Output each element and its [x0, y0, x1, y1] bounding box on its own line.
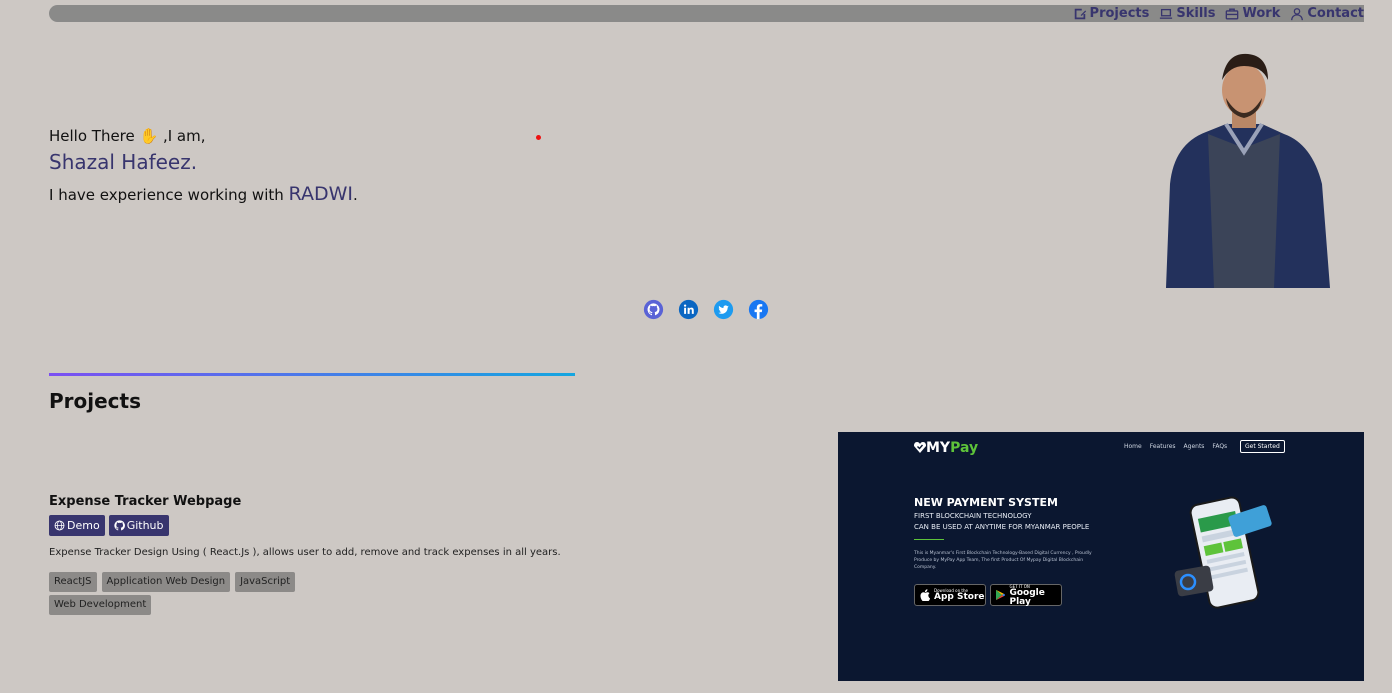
phone-mockup: [1174, 496, 1272, 609]
logo-main: MY: [926, 440, 951, 456]
nav-contact[interactable]: Contact: [1290, 6, 1364, 21]
nav-projects[interactable]: Projects: [1073, 6, 1150, 21]
hero-name: Shazal Hafeez.: [49, 150, 198, 174]
nav-skills-label: Skills: [1176, 6, 1216, 21]
preview-nav-item: Home: [1124, 443, 1142, 450]
project-preview-image: MYPay Home Features Agents FAQs Get Star…: [838, 432, 1364, 681]
project-description: Expense Tracker Design Using ( React.Js …: [49, 547, 561, 558]
preview-paragraph: This is Myanmar's First Blockchain Techn…: [914, 551, 1092, 570]
tag: Application Web Design: [101, 572, 231, 592]
twitter-icon[interactable]: [713, 299, 734, 320]
profile-photo: [1166, 53, 1330, 288]
preview-heading: NEW PAYMENT SYSTEM: [914, 496, 1058, 509]
mypay-logo: MYPay: [914, 440, 978, 456]
apple-icon: [920, 589, 930, 601]
nav-skills[interactable]: Skills: [1159, 6, 1215, 21]
tag: JavaScript: [235, 572, 296, 592]
preview-nav-item: Features: [1149, 443, 1176, 450]
project-links: Demo Github: [49, 515, 169, 536]
nav-projects-label: Projects: [1089, 6, 1150, 21]
github-icon[interactable]: [643, 299, 664, 320]
preview-subheading-1: FIRST BLOCKCHAIN TECHNOLOGY: [914, 512, 1032, 520]
github-label: Github: [126, 519, 164, 532]
tag: ReactJS: [49, 572, 97, 592]
app-store-badge: Download on the App Store: [914, 584, 986, 606]
preview-nav-item: Agents: [1183, 443, 1205, 450]
google-play-big: Google Play: [1009, 587, 1045, 607]
social-links: [643, 299, 769, 320]
project-title: Expense Tracker Webpage: [49, 494, 242, 509]
facebook-icon[interactable]: [748, 299, 769, 320]
tag: Web Development: [49, 595, 152, 615]
preview-cta: Get Started: [1240, 440, 1285, 453]
globe-icon: [54, 520, 65, 531]
google-play-badge: GET IT ON Google Play: [990, 584, 1062, 606]
nav-contact-label: Contact: [1307, 6, 1364, 21]
hero-company: RADWI: [288, 183, 353, 205]
hero-experience: I have experience working with RADWI.: [49, 183, 358, 205]
preview-nav-item: FAQs: [1212, 443, 1228, 450]
play-icon: [996, 589, 1006, 601]
hero-experience-suffix: .: [352, 186, 358, 204]
hero-experience-prefix: I have experience working with: [49, 186, 289, 204]
briefcase-icon: [1226, 8, 1239, 19]
demo-button[interactable]: Demo: [49, 515, 105, 536]
demo-label: Demo: [67, 519, 100, 532]
section-divider: [49, 373, 575, 376]
nav-work-label: Work: [1242, 6, 1281, 21]
linkedin-icon[interactable]: [678, 299, 699, 320]
laptop-icon: [1160, 8, 1173, 19]
heart-shield-icon: [914, 442, 926, 453]
preview-nav: Home Features Agents FAQs: [1124, 443, 1227, 450]
cursor-dot: [536, 135, 541, 140]
nav-work[interactable]: Work: [1225, 6, 1280, 21]
github-button[interactable]: Github: [108, 515, 169, 536]
project-tags: ReactJS Application Web Design JavaScrip…: [49, 572, 309, 615]
projects-heading: Projects: [49, 389, 142, 413]
user-icon: [1291, 7, 1304, 20]
edit-icon: [1074, 8, 1086, 19]
app-store-text: Download on the App Store: [934, 588, 985, 602]
preview-accent-line: [914, 539, 944, 540]
google-play-text: GET IT ON Google Play: [1009, 584, 1061, 607]
app-store-big: App Store: [934, 592, 985, 602]
main-nav: Projects Skills Work Contact: [1073, 6, 1364, 21]
github-small-icon: [114, 520, 125, 531]
hero-greeting: Hello There ✋ ,I am,: [49, 127, 206, 145]
preview-subheading-2: CAN BE USED AT ANYTIME FOR MYANMAR PEOPL…: [914, 523, 1090, 531]
logo-accent: Pay: [950, 440, 979, 456]
